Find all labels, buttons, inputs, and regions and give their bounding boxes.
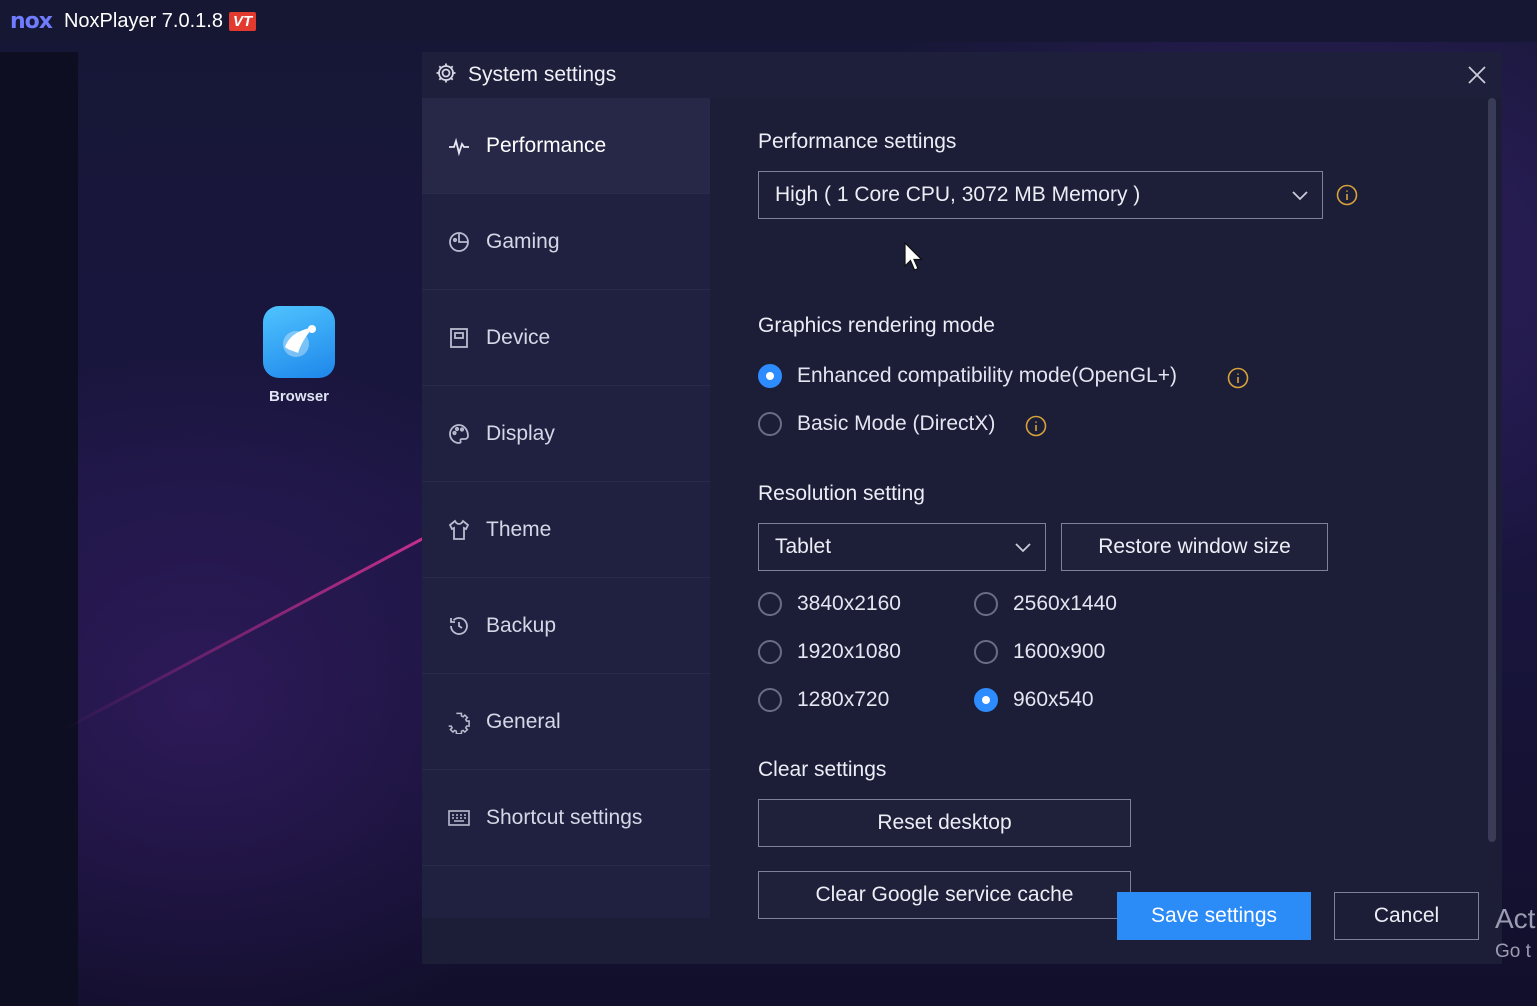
cancel-button[interactable]: Cancel (1334, 892, 1479, 940)
info-icon[interactable] (1025, 415, 1047, 437)
radio-label: 2560x1440 (1013, 592, 1117, 615)
general-icon (446, 709, 472, 735)
desktop-icon-label: Browser (268, 388, 330, 405)
graphics-rendering-title: Graphics rendering mode (758, 314, 995, 337)
radio-label: 3840x2160 (797, 592, 901, 615)
radio-label: 960x540 (1013, 688, 1094, 711)
resolution-setting-title: Resolution setting (758, 482, 925, 505)
performance-select-value: High ( 1 Core CPU, 3072 MB Memory ) (775, 183, 1141, 206)
backup-icon (446, 613, 472, 639)
theme-icon (446, 517, 472, 543)
sidebar-item-shortcut-settings[interactable]: Shortcut settings (422, 770, 710, 866)
radio-resolution-1280x720[interactable]: 1280x720 (758, 688, 889, 712)
sidebar-item-gaming[interactable]: Gaming (422, 194, 710, 290)
clear-settings-title: Clear settings (758, 758, 887, 781)
radio-label: 1600x900 (1013, 640, 1106, 663)
sidebar-item-theme[interactable]: Theme (422, 482, 710, 578)
sidebar-item-backup[interactable]: Backup (422, 578, 710, 674)
sidebar-item-display[interactable]: Display (422, 386, 710, 482)
sidebar-item-label: Device (486, 325, 551, 349)
radio-resolution-3840x2160[interactable]: 3840x2160 (758, 592, 901, 616)
sidebar-item-label: Gaming (486, 229, 560, 253)
app-titlebar: nox NoxPlayer 7.0.1.8 VT (0, 0, 1537, 42)
performance-select[interactable]: High ( 1 Core CPU, 3072 MB Memory ) (758, 171, 1323, 219)
restore-window-size-button[interactable]: Restore window size (1061, 523, 1328, 571)
sidebar-item-general[interactable]: General (422, 674, 710, 770)
dialog-header: System settings (422, 52, 1502, 98)
resolution-type-select[interactable]: Tablet (758, 523, 1046, 571)
chevron-down-icon (1292, 191, 1308, 201)
settings-sidebar: Performance Gaming Device Display Theme (422, 98, 710, 918)
radio-button[interactable] (758, 688, 782, 712)
keyboard-icon (446, 805, 472, 831)
radio-button[interactable] (974, 592, 998, 616)
radio-label: 1920x1080 (797, 640, 901, 663)
radio-resolution-1920x1080[interactable]: 1920x1080 (758, 640, 901, 664)
desktop-icon-browser[interactable]: Browser (263, 306, 335, 405)
watermark-line-2: Go t (1495, 941, 1531, 962)
info-icon[interactable] (1227, 367, 1249, 389)
nox-logo: nox (10, 8, 53, 34)
browser-icon (263, 306, 335, 378)
dialog-footer: Save settings Cancel (422, 892, 1502, 964)
radio-opengl[interactable]: Enhanced compatibility mode(OpenGL+) (758, 364, 1177, 388)
dialog-title: System settings (468, 63, 617, 86)
close-button[interactable] (1460, 62, 1494, 88)
desktop-left-edge (0, 52, 78, 1006)
chevron-down-icon (1015, 543, 1031, 553)
radio-resolution-1600x900[interactable]: 1600x900 (974, 640, 1105, 664)
windows-activation-watermark: Act Go t (1495, 903, 1535, 963)
close-icon (1468, 66, 1486, 84)
sidebar-item-label: Performance (486, 133, 607, 157)
radio-button[interactable] (758, 640, 782, 664)
sidebar-item-performance[interactable]: Performance (422, 98, 710, 194)
radio-resolution-2560x1440[interactable]: 2560x1440 (974, 592, 1117, 616)
clear-google-cache-button[interactable]: Clear Google service cache (758, 871, 1131, 919)
sidebar-item-label: General (486, 709, 561, 733)
system-settings-dialog: System settings Performance Gaming Devic… (422, 52, 1502, 964)
info-icon[interactable] (1336, 184, 1358, 206)
reset-desktop-button[interactable]: Reset desktop (758, 799, 1131, 847)
watermark-line-1: Act (1495, 903, 1536, 934)
sidebar-item-label: Shortcut settings (486, 805, 643, 829)
device-icon (446, 325, 472, 351)
app-title: NoxPlayer 7.0.1.8 (63, 9, 223, 32)
settings-content: Performance settings High ( 1 Core CPU, … (758, 98, 1478, 919)
radio-button[interactable] (974, 640, 998, 664)
radio-label: Enhanced compatibility mode(OpenGL+) (797, 364, 1177, 387)
gear-icon (434, 61, 458, 90)
vt-badge: VT (228, 11, 257, 31)
radio-button[interactable] (758, 412, 782, 436)
gaming-icon (446, 229, 472, 255)
performance-icon (446, 133, 472, 159)
radio-label: Basic Mode (DirectX) (797, 412, 996, 435)
save-settings-button[interactable]: Save settings (1117, 892, 1311, 940)
radio-label: 1280x720 (797, 688, 890, 711)
display-icon (446, 421, 472, 447)
radio-directx[interactable]: Basic Mode (DirectX) (758, 412, 995, 436)
radio-button[interactable] (974, 688, 998, 712)
radio-resolution-960x540[interactable]: 960x540 (974, 688, 1094, 712)
mouse-cursor-icon (904, 242, 923, 271)
radio-button[interactable] (758, 364, 782, 388)
sidebar-item-label: Backup (486, 613, 557, 637)
sidebar-item-label: Theme (486, 517, 552, 541)
sidebar-item-device[interactable]: Device (422, 290, 710, 386)
content-scrollbar[interactable] (1488, 98, 1496, 842)
performance-settings-title: Performance settings (758, 130, 957, 153)
sidebar-item-label: Display (486, 421, 555, 445)
resolution-select-value: Tablet (775, 535, 832, 558)
radio-button[interactable] (758, 592, 782, 616)
